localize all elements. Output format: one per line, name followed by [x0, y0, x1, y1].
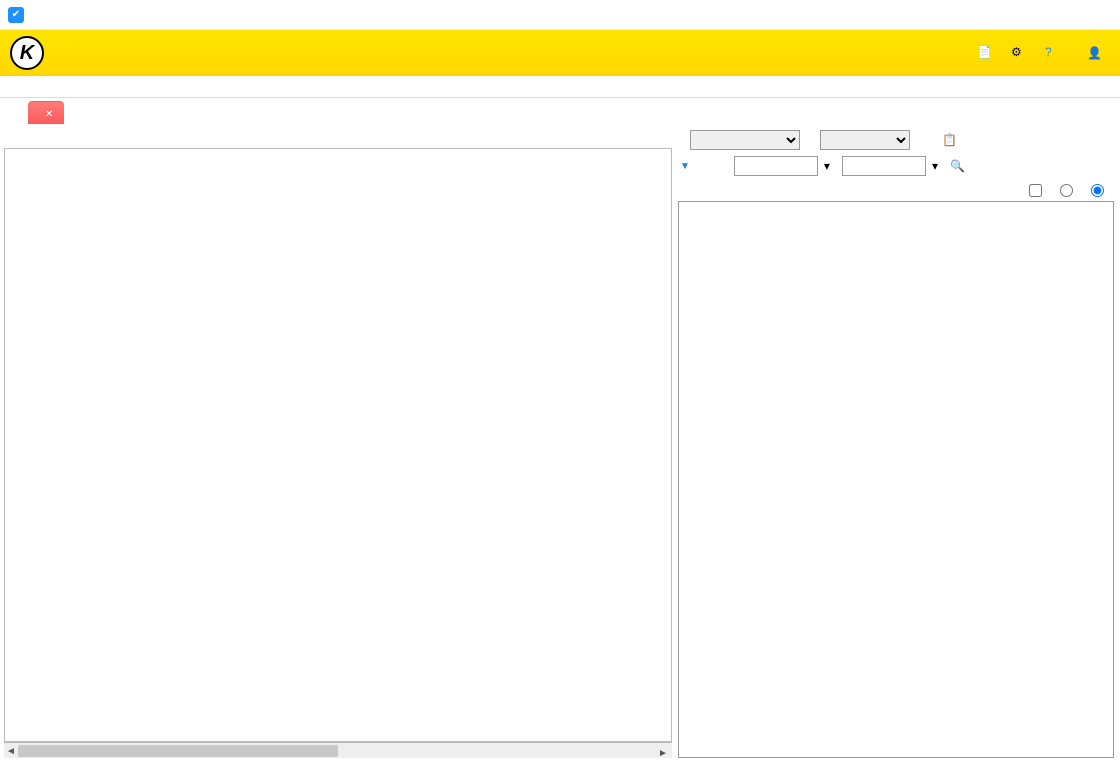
- scrollbar-thumb[interactable]: [18, 745, 338, 757]
- pie-radio[interactable]: [1060, 184, 1077, 197]
- report-gen-icon: 📋: [942, 133, 957, 147]
- chart-controls: [678, 182, 1114, 201]
- horizontal-scrollbar[interactable]: ◄ ►: [4, 742, 672, 758]
- page-title: [0, 124, 676, 148]
- close-button[interactable]: [1082, 5, 1112, 25]
- window-titlebar: ✔: [0, 0, 1120, 30]
- minimize-button[interactable]: [986, 5, 1016, 25]
- calendar-from-icon[interactable]: ▾: [824, 159, 830, 173]
- document-tabs: ✕: [0, 98, 1120, 124]
- calendar-to-icon[interactable]: ▾: [932, 159, 938, 173]
- report-icon: 📄: [977, 45, 993, 61]
- spec-select[interactable]: [820, 130, 910, 150]
- app-header: K 📄 ⚙ ? 👤: [0, 30, 1120, 76]
- bar-radio[interactable]: [1091, 184, 1108, 197]
- logo-icon: K: [10, 36, 44, 70]
- user-icon: 👤: [1087, 46, 1102, 60]
- tab-sales-summary[interactable]: ✕: [28, 101, 64, 124]
- chevron-down-icon[interactable]: ▼: [680, 161, 690, 172]
- tab-workbench[interactable]: [6, 115, 28, 124]
- help-button[interactable]: ?: [1045, 45, 1065, 61]
- date-from-input[interactable]: [734, 156, 818, 176]
- scroll-right-icon[interactable]: ►: [658, 743, 672, 759]
- scroll-left-icon[interactable]: ◄: [4, 743, 18, 759]
- date-to-input[interactable]: [842, 156, 926, 176]
- maximize-button[interactable]: [1034, 5, 1064, 25]
- help-icon: ?: [1045, 45, 1061, 61]
- business-report-button[interactable]: 📄: [977, 45, 997, 61]
- generate-report-button[interactable]: 📋: [942, 133, 961, 147]
- sales-table[interactable]: [4, 148, 672, 742]
- search-icon[interactable]: 🔍: [950, 159, 965, 173]
- filter-panel: 📋 ▼ ▾ ▾ 🔍: [678, 128, 1114, 182]
- product-name-select[interactable]: [690, 130, 800, 150]
- legend-checkbox[interactable]: [1029, 184, 1046, 197]
- app-icon: ✔: [8, 7, 24, 23]
- gear-icon: ⚙: [1011, 45, 1027, 61]
- tab-close-icon[interactable]: ✕: [45, 109, 53, 120]
- system-settings-button[interactable]: ⚙: [1011, 45, 1031, 61]
- bar-chart: [678, 201, 1114, 758]
- announcement-bar: [0, 76, 1120, 98]
